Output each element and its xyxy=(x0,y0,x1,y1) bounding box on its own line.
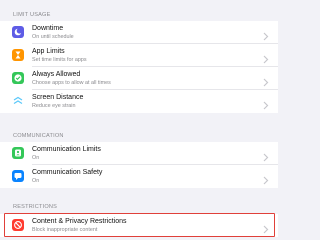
chat-bubble-icon xyxy=(12,170,24,182)
group-restrictions: Content & Privacy Restrictions Block ina… xyxy=(0,214,278,237)
section-header-restrictions: RESTRICTIONS xyxy=(13,204,58,210)
row-communication-safety[interactable]: Communication Safety On xyxy=(0,165,278,188)
row-subtitle: Set time limits for apps xyxy=(32,57,87,63)
hourglass-icon xyxy=(12,49,24,61)
row-content-privacy-restrictions[interactable]: Content & Privacy Restrictions Block ina… xyxy=(0,214,278,237)
person-bubble-icon xyxy=(12,147,24,159)
chevron-right-icon xyxy=(263,51,269,64)
row-always-allowed[interactable]: Always Allowed Choose apps to allow at a… xyxy=(0,67,278,90)
row-app-limits[interactable]: App Limits Set time limits for apps xyxy=(0,44,278,67)
row-communication-limits[interactable]: Communication Limits On xyxy=(0,142,278,165)
chevron-right-icon xyxy=(263,221,269,234)
screen-distance-icon xyxy=(12,95,24,107)
row-subtitle: On until schedule xyxy=(32,34,74,40)
row-title: Communication Safety xyxy=(32,169,103,176)
chevron-right-icon xyxy=(263,74,269,87)
chevron-right-icon xyxy=(263,172,269,185)
chevron-right-icon xyxy=(263,28,269,41)
chevron-right-icon xyxy=(263,97,269,110)
checkmark-icon xyxy=(12,72,24,84)
group-communication: Communication Limits On Communication Sa… xyxy=(0,142,278,188)
row-downtime[interactable]: Downtime On until schedule xyxy=(0,21,278,44)
section-header-communication: COMMUNICATION xyxy=(13,133,64,139)
row-title: Always Allowed xyxy=(32,71,81,78)
moon-icon xyxy=(12,26,24,38)
group-limit-usage: Downtime On until schedule App Limits Se… xyxy=(0,21,278,113)
chevron-right-icon xyxy=(263,149,269,162)
row-title: Downtime xyxy=(32,25,64,32)
screen-time-settings: LIMIT USAGE Downtime On until schedule A… xyxy=(0,0,278,240)
no-entry-icon xyxy=(12,219,24,231)
row-subtitle: Reduce eye strain xyxy=(32,103,76,109)
section-header-limit-usage: LIMIT USAGE xyxy=(13,12,51,18)
row-title: Communication Limits xyxy=(32,146,101,153)
row-subtitle: On xyxy=(32,155,40,161)
row-title: Content & Privacy Restrictions xyxy=(32,218,127,225)
row-subtitle: Choose apps to allow at all times xyxy=(32,80,111,86)
row-title: App Limits xyxy=(32,48,65,55)
row-subtitle: On xyxy=(32,178,40,184)
row-subtitle: Block inappropriate content xyxy=(32,227,98,233)
row-title: Screen Distance xyxy=(32,94,84,101)
row-screen-distance[interactable]: Screen Distance Reduce eye strain xyxy=(0,90,278,113)
